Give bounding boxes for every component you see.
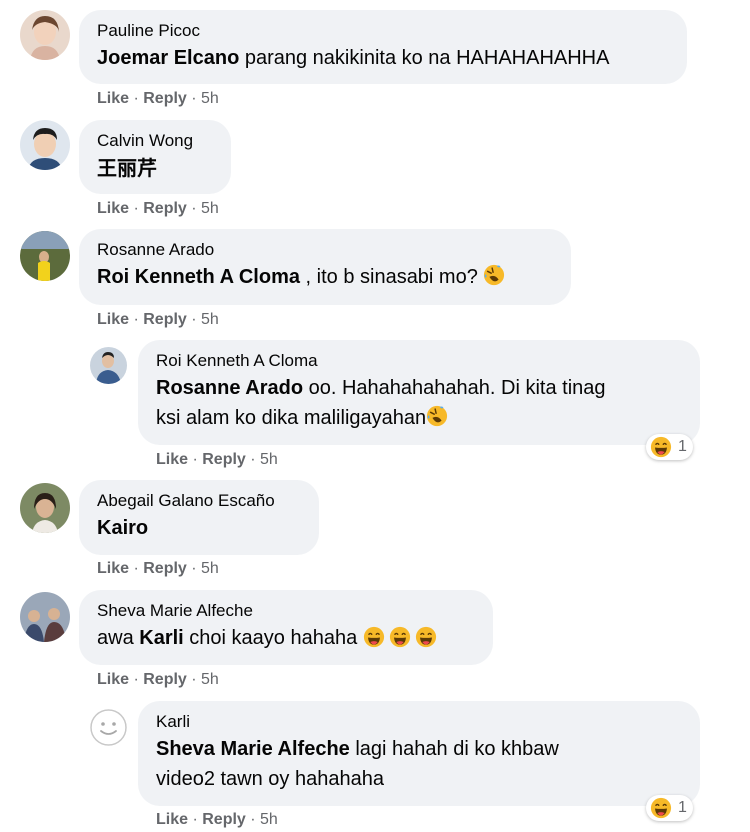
separator: · <box>186 311 202 328</box>
like-button[interactable]: Like <box>97 311 129 328</box>
separator: · <box>129 560 144 577</box>
separator: · <box>186 200 202 217</box>
mention-link[interactable]: Sheva Marie Alfeche <box>156 738 350 760</box>
timestamp[interactable]: 5h <box>201 200 219 217</box>
separator: · <box>129 90 144 107</box>
comment-actions: Like · Reply · 5h <box>97 311 219 329</box>
reply-button[interactable]: Reply <box>143 671 187 688</box>
reaction-count: 1 <box>678 799 687 816</box>
laughing-emoji-icon <box>389 626 411 648</box>
comment-body: 王丽芹 <box>97 156 157 180</box>
comment-text: Kairo <box>97 513 303 543</box>
like-button[interactable]: Like <box>156 451 188 468</box>
separator: · <box>188 451 203 468</box>
timestamp[interactable]: 5h <box>201 671 219 688</box>
avatar[interactable] <box>20 10 70 60</box>
separator: · <box>186 560 202 577</box>
comment-author[interactable]: Pauline Picoc <box>97 20 671 42</box>
reaction-badge[interactable]: 1 <box>646 434 693 460</box>
separator: · <box>129 200 144 217</box>
haha-reaction-icon <box>650 436 672 458</box>
comment-body: ksi alam ko dika maliligayahan <box>156 407 427 429</box>
mention-link[interactable]: Joemar Elcano <box>97 47 239 69</box>
rofl-emoji-icon <box>426 405 448 427</box>
comment-actions: Like · Reply · 5h <box>97 671 219 689</box>
reply-button[interactable]: Reply <box>143 311 187 328</box>
comment-actions: Like · Reply · 5h <box>97 200 219 218</box>
reply-button[interactable]: Reply <box>143 200 187 217</box>
like-button[interactable]: Like <box>97 671 129 688</box>
avatar[interactable] <box>20 483 70 533</box>
reaction-count: 1 <box>678 438 687 455</box>
reply-button[interactable]: Reply <box>143 560 187 577</box>
avatar[interactable] <box>90 709 127 746</box>
like-button[interactable]: Like <box>97 200 129 217</box>
comment-body: parang nakikinita ko na HAHAHAHAHHA <box>239 47 610 69</box>
comment-body: oo. Hahahahahahah. Di kita tinag <box>303 377 606 399</box>
reaction-badge[interactable]: 1 <box>646 795 693 821</box>
comment-body: video2 tawn oy hahahaha <box>156 768 384 790</box>
haha-reaction-icon <box>650 797 672 819</box>
comment-body: , ito b sinasabi mo? <box>299 266 478 288</box>
timestamp[interactable]: 5h <box>260 811 278 828</box>
mention-link[interactable]: Roi Kenneth A Cloma <box>97 266 300 288</box>
like-button[interactable]: Like <box>97 560 129 577</box>
comment-body: choi kaayo hahaha <box>183 627 358 649</box>
separator: · <box>186 90 202 107</box>
comment-author[interactable]: Abegail Galano Escaño <box>97 490 303 512</box>
laughing-emoji-icon <box>415 626 437 648</box>
comment-bubble: Sheva Marie Alfeche awa Karli choi kaayo… <box>79 590 493 665</box>
comment-author[interactable]: Roi Kenneth A Cloma <box>156 350 684 372</box>
mention-link[interactable]: Rosanne Arado <box>156 377 303 399</box>
reply-button[interactable]: Reply <box>202 811 246 828</box>
comment-text: Roi Kenneth A Cloma , ito b sinasabi mo? <box>97 262 555 292</box>
timestamp[interactable]: 5h <box>201 311 219 328</box>
comment-bubble: Rosanne Arado Roi Kenneth A Cloma , ito … <box>79 229 571 305</box>
comment-text: awa Karli choi kaayo hahaha <box>97 623 477 653</box>
comment-author[interactable]: Calvin Wong <box>97 130 215 152</box>
separator: · <box>245 811 261 828</box>
reply-button[interactable]: Reply <box>202 451 246 468</box>
comment-bubble: Roi Kenneth A Cloma Rosanne Arado oo. Ha… <box>138 340 700 445</box>
reply-button[interactable]: Reply <box>143 90 187 107</box>
comment-bubble: Karli Sheva Marie Alfeche lagi hahah di … <box>138 701 700 806</box>
comment-body: awa <box>97 627 140 649</box>
separator: · <box>129 671 144 688</box>
avatar[interactable] <box>20 231 70 281</box>
comment-text: Sheva Marie Alfeche lagi hahah di ko khb… <box>156 734 684 794</box>
comment-actions: Like · Reply · 5h <box>97 90 219 108</box>
separator: · <box>186 671 202 688</box>
comment-text: Joemar Elcano parang nakikinita ko na HA… <box>97 43 671 73</box>
avatar[interactable] <box>90 347 127 384</box>
separator: · <box>188 811 203 828</box>
comment-bubble: Calvin Wong 王丽芹 <box>79 120 231 194</box>
timestamp[interactable]: 5h <box>260 451 278 468</box>
comment-actions: Like · Reply · 5h <box>156 811 278 829</box>
separator: · <box>245 451 261 468</box>
timestamp[interactable]: 5h <box>201 560 219 577</box>
mention-link[interactable]: Kairo <box>97 517 148 539</box>
avatar[interactable] <box>20 592 70 642</box>
comment-author[interactable]: Sheva Marie Alfeche <box>97 600 477 622</box>
comment-text: Rosanne Arado oo. Hahahahahahah. Di kita… <box>156 373 684 433</box>
laughing-emoji-icon <box>363 626 385 648</box>
comment-text: 王丽芹 <box>97 153 215 184</box>
comment-bubble: Pauline Picoc Joemar Elcano parang nakik… <box>79 10 687 84</box>
rofl-emoji-icon <box>483 264 505 286</box>
comment-actions: Like · Reply · 5h <box>156 451 278 469</box>
like-button[interactable]: Like <box>97 90 129 107</box>
comment-author[interactable]: Rosanne Arado <box>97 239 555 261</box>
timestamp[interactable]: 5h <box>201 90 219 107</box>
avatar[interactable] <box>20 120 70 170</box>
separator: · <box>129 311 144 328</box>
comment-bubble: Abegail Galano Escaño Kairo <box>79 480 319 555</box>
like-button[interactable]: Like <box>156 811 188 828</box>
comment-actions: Like · Reply · 5h <box>97 560 219 578</box>
mention-link[interactable]: Karli <box>139 627 183 649</box>
comment-body: lagi hahah di ko khbaw <box>349 738 559 760</box>
comment-author[interactable]: Karli <box>156 711 684 733</box>
